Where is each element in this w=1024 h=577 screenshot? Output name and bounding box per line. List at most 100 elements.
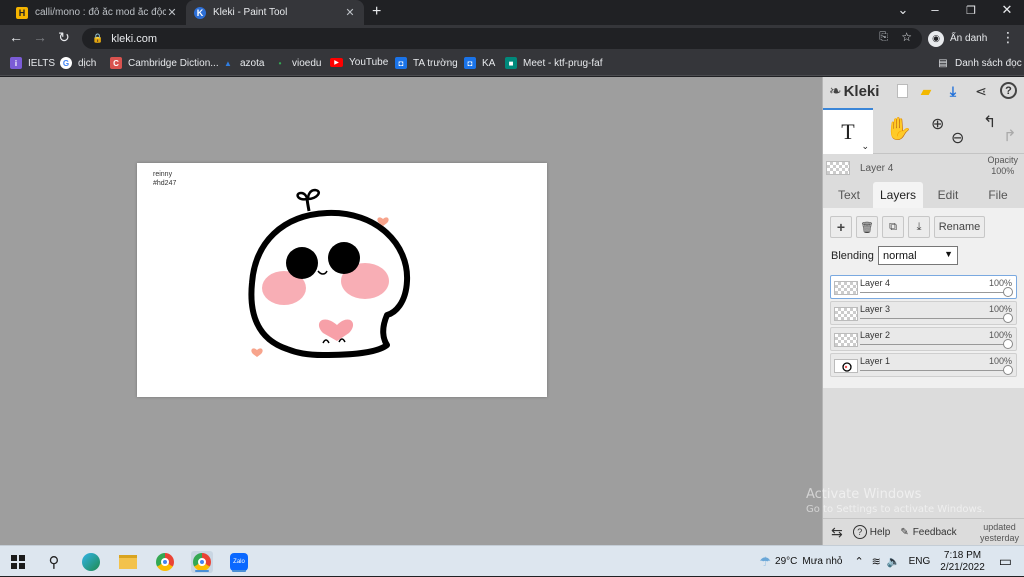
- bookmark-dich[interactable]: G dịch: [60, 57, 96, 69]
- close-window-icon[interactable]: ✕: [997, 2, 1017, 18]
- chrome-icon[interactable]: [154, 551, 176, 573]
- help-button[interactable]: ? Help: [852, 525, 890, 539]
- zoom-out-icon[interactable]: ⊖: [951, 128, 964, 148]
- language-indicator[interactable]: ENG: [909, 556, 931, 567]
- add-layer-button[interactable]: +: [830, 216, 852, 238]
- tab-search-chevron-icon[interactable]: ⌄: [893, 2, 913, 18]
- bookmark-vioedu[interactable]: • vioedu: [274, 57, 322, 69]
- swap-panel-icon[interactable]: ⇆: [831, 524, 843, 541]
- merge-layer-button[interactable]: ⤓: [908, 216, 930, 238]
- duplicate-layer-button[interactable]: ⧉: [882, 216, 904, 238]
- bookmark-ta-truong[interactable]: ◘ TA trường: [395, 57, 458, 69]
- browser-tab-calli[interactable]: H calli/mono : đô ắc mod ắc độc vì ✕: [8, 0, 186, 25]
- zoom-in-icon[interactable]: ⊕: [931, 114, 944, 134]
- bookmark-star-icon[interactable]: ☆: [901, 30, 912, 44]
- layer-name: Layer 2: [860, 330, 891, 340]
- opacity-slider-track[interactable]: [860, 344, 1008, 345]
- chevron-down-icon[interactable]: ⌄: [861, 141, 869, 152]
- bookmark-cambridge[interactable]: C Cambridge Diction...: [110, 57, 219, 69]
- address-bar[interactable]: 🔒 kleki.com ⎘ ☆: [82, 28, 922, 49]
- help-circle-icon[interactable]: ?: [1000, 82, 1017, 99]
- share-icon[interactable]: ⋖: [972, 82, 990, 100]
- merge-down-icon: ⤓: [916, 220, 922, 233]
- tab-text[interactable]: Text: [827, 182, 871, 208]
- browser-tab-kleki[interactable]: K Kleki - Paint Tool ✕: [186, 0, 364, 25]
- restore-window-icon[interactable]: ❐: [961, 4, 981, 17]
- new-tab-plus-icon[interactable]: +: [372, 3, 381, 21]
- layer-row-1[interactable]: Layer 1 100%: [830, 353, 1017, 377]
- blending-label: Blending: [831, 250, 874, 262]
- menu-kebab-icon[interactable]: ⋮: [999, 29, 1017, 46]
- clock[interactable]: 7:18 PM 2/21/2022: [940, 550, 985, 574]
- opacity-slider-knob[interactable]: [1003, 365, 1013, 375]
- search-icon[interactable]: ⚲: [43, 551, 65, 573]
- layer-row-3[interactable]: Layer 3 100%: [830, 301, 1017, 325]
- layer-thumbnail: [834, 281, 858, 295]
- bookmark-meet[interactable]: ■ Meet - ktf-prug-faf: [505, 57, 602, 69]
- layer-row-2[interactable]: Layer 2 100%: [830, 327, 1017, 351]
- translate-icon[interactable]: ⎘: [879, 31, 888, 44]
- updated-label[interactable]: updated yesterday: [980, 522, 1019, 544]
- new-image-icon[interactable]: [893, 82, 911, 100]
- notification-icon[interactable]: ▭: [999, 553, 1012, 570]
- tab-layers[interactable]: Layers: [873, 182, 923, 208]
- rename-layer-button[interactable]: Rename: [934, 216, 985, 238]
- hand-tool-icon[interactable]: ✋: [885, 116, 912, 142]
- tab-file[interactable]: File: [975, 182, 1021, 208]
- opacity-slider-track[interactable]: [860, 370, 1008, 371]
- opacity-slider-track[interactable]: [860, 318, 1008, 319]
- weather-temp[interactable]: 29°C: [775, 556, 797, 567]
- bookmark-youtube[interactable]: ▶ YouTube: [330, 57, 388, 68]
- layer-row-4[interactable]: Layer 4 100%: [830, 275, 1017, 299]
- speaker-icon[interactable]: 🔈: [887, 555, 901, 568]
- trash-icon: 🗑: [860, 221, 874, 234]
- windows-start-icon[interactable]: [7, 551, 29, 573]
- weather-text[interactable]: Mưa nhỏ: [802, 556, 842, 567]
- windows-logo-icon: [11, 555, 25, 569]
- bookmark-label: IELTS: [28, 57, 56, 69]
- bookmark-ka[interactable]: ◘ KA: [464, 57, 495, 69]
- drawing-canvas[interactable]: reinny #hd247: [137, 163, 547, 397]
- blending-select[interactable]: normal ▼: [878, 246, 958, 265]
- opacity-slider-knob[interactable]: [1003, 313, 1013, 323]
- reading-list-icon: ▤: [938, 57, 948, 69]
- reload-icon[interactable]: ↻: [55, 29, 73, 46]
- duplicate-icon: ⧉: [889, 220, 897, 233]
- edge-icon[interactable]: [80, 551, 102, 573]
- download-icon[interactable]: ⤓: [944, 82, 962, 100]
- open-folder-icon[interactable]: ▰: [917, 82, 935, 100]
- close-tab-icon[interactable]: ✕: [166, 6, 178, 19]
- delete-layer-button[interactable]: 🗑: [856, 216, 878, 238]
- bookmark-label: azota: [240, 57, 265, 69]
- file-explorer-icon[interactable]: [117, 551, 139, 573]
- back-arrow-icon[interactable]: ←: [7, 29, 25, 45]
- wifi-icon[interactable]: ≋: [872, 555, 881, 568]
- reading-list-button[interactable]: ▤ Danh sách đọc: [937, 57, 1022, 69]
- current-layer-opacity: Opacity 100%: [987, 155, 1018, 177]
- undo-icon[interactable]: ↰: [983, 112, 996, 132]
- tab-edit[interactable]: Edit: [925, 182, 971, 208]
- reading-list-label: Danh sách đọc: [955, 57, 1022, 69]
- close-tab-icon[interactable]: ✕: [344, 6, 356, 19]
- panel-footer: ⇆ ? Help ✎ Feedback updated yesterday: [823, 518, 1024, 545]
- minimize-window-icon[interactable]: –: [925, 2, 945, 17]
- redo-icon[interactable]: ↱: [1003, 126, 1016, 146]
- opacity-slider-knob[interactable]: [1003, 287, 1013, 297]
- chevron-up-icon[interactable]: ⌃: [854, 555, 863, 568]
- opacity-slider-knob[interactable]: [1003, 339, 1013, 349]
- incognito-profile-button[interactable]: ◉ Ẩn danh: [928, 28, 987, 49]
- activate-windows-watermark: Activate Windows Go to Settings to activ…: [806, 487, 985, 515]
- zalo-icon[interactable]: Zalo: [228, 551, 250, 573]
- bookmark-ielts[interactable]: i IELTS: [10, 57, 55, 69]
- bookmark-label: YouTube: [349, 57, 389, 68]
- tool-row: T ⌄ ✋ ⊕ ⊖ ↰ ↱: [823, 108, 1024, 154]
- layer-thumbnail-drawing: [842, 362, 852, 372]
- chrome-incognito-icon[interactable]: [191, 551, 213, 573]
- opacity-slider-track[interactable]: [860, 292, 1008, 293]
- current-layer-indicator: Layer 4 Opacity 100%: [823, 155, 1024, 181]
- feedback-button[interactable]: ✎ Feedback: [900, 527, 956, 538]
- canvas-workspace[interactable]: reinny #hd247: [0, 77, 822, 545]
- forward-arrow-icon[interactable]: →: [31, 29, 49, 45]
- text-tool-button[interactable]: T ⌄: [823, 108, 873, 154]
- bookmark-azota[interactable]: ▲ azota: [222, 57, 264, 69]
